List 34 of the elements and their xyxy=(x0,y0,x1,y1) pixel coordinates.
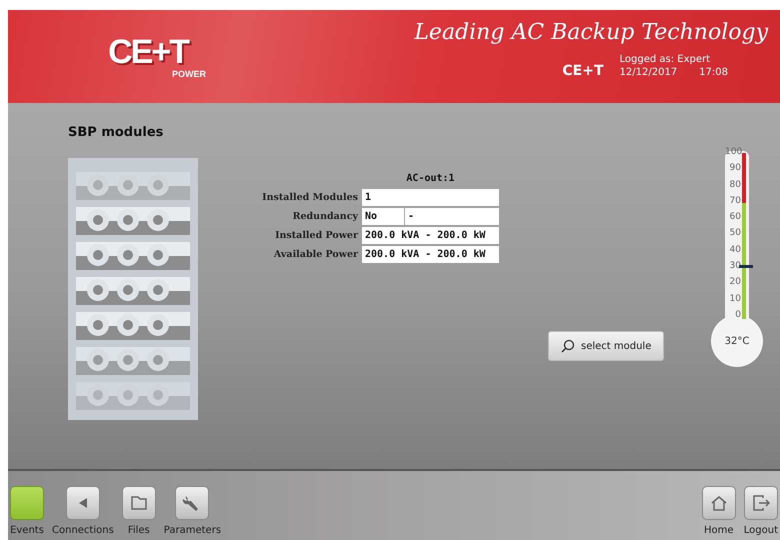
scale-label: 80 xyxy=(728,180,741,190)
page-title: SBP modules xyxy=(68,125,164,140)
row-label: Installed Modules xyxy=(261,192,359,203)
house-icon xyxy=(710,495,728,511)
parameters-button[interactable]: Parameters xyxy=(162,486,224,536)
events-button[interactable]: Events xyxy=(8,486,46,536)
logo-subtext: POWER xyxy=(172,68,206,78)
scale-label: 50 xyxy=(728,229,741,238)
user-label: Logged as: Expert xyxy=(620,54,712,65)
connections-button[interactable]: Connections xyxy=(50,486,116,536)
tagline: Leading AC Backup Technology xyxy=(414,20,768,45)
home-button[interactable]: Home xyxy=(700,486,738,536)
scale-label: 20 xyxy=(728,278,741,288)
folder-icon xyxy=(130,495,148,511)
exit-icon xyxy=(752,495,770,511)
scale-label: 60 xyxy=(728,213,741,222)
scale-label: 40 xyxy=(728,246,741,255)
scale-label: 90 xyxy=(728,164,741,174)
logout-button[interactable]: Logout xyxy=(742,486,780,536)
time-label: 17:08 xyxy=(699,67,728,78)
select-module-button[interactable]: select module xyxy=(548,331,664,361)
scale-label: 10 xyxy=(728,294,741,304)
scale-label: 70 xyxy=(728,196,741,206)
search-icon xyxy=(561,339,575,353)
logo-text: CE+T xyxy=(108,34,188,68)
brand-name: CE+T xyxy=(562,63,604,79)
scale-label: 100 xyxy=(725,148,741,157)
date-label: 12/12/2017 xyxy=(620,67,678,78)
row-label: Installed Power xyxy=(274,230,360,241)
files-button[interactable]: Files xyxy=(120,486,158,536)
row-label: Available Power xyxy=(272,249,360,260)
output-caption: AC-out:1 xyxy=(405,173,456,184)
triangle-left-icon xyxy=(78,497,88,509)
row-label: Redundancy xyxy=(292,211,360,222)
